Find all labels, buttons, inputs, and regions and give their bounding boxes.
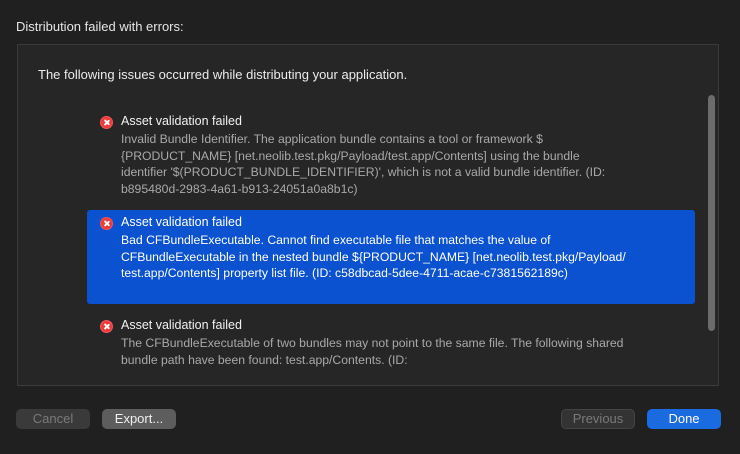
error-x-circle-icon [100, 320, 113, 333]
error-x-circle-icon [100, 217, 113, 230]
issue-title: Asset validation failed [121, 215, 242, 229]
issue-item-2-selected[interactable]: Asset validation failed Bad CFBundleExec… [87, 210, 695, 304]
issue-title: Asset validation failed [121, 114, 242, 128]
error-x-circle-icon [100, 116, 113, 129]
issue-description: The CFBundleExecutable of two bundles ma… [121, 336, 624, 367]
issue-item-3[interactable]: Asset validation failed The CFBundleExec… [87, 313, 695, 385]
issue-title: Asset validation failed [121, 318, 242, 332]
dialog-title: Distribution failed with errors: [16, 19, 184, 34]
issues-intro-text: The following issues occurred while dist… [38, 67, 408, 82]
export-button[interactable]: Export... [102, 409, 176, 429]
previous-button[interactable]: Previous [561, 409, 635, 429]
issues-panel: The following issues occurred while dist… [17, 44, 719, 386]
issue-description: Invalid Bundle Identifier. The applicati… [121, 132, 606, 196]
issue-item-1[interactable]: Asset validation failed Invalid Bundle I… [87, 109, 695, 201]
scrollbar-thumb[interactable] [708, 95, 715, 331]
issue-description: Bad CFBundleExecutable. Cannot find exec… [121, 233, 626, 280]
cancel-button[interactable]: Cancel [16, 409, 90, 429]
distribution-error-dialog: Distribution failed with errors: The fol… [0, 0, 740, 454]
done-button[interactable]: Done [647, 409, 721, 429]
